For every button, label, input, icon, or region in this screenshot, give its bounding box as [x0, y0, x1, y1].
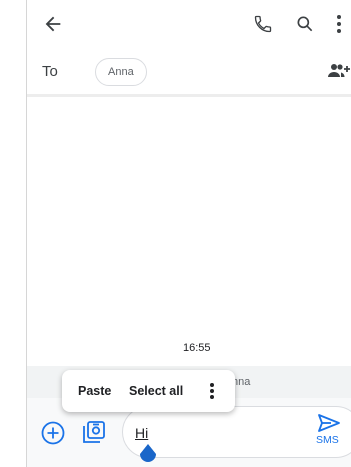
app-bar	[27, 0, 351, 48]
send-mode-label: SMS	[316, 434, 339, 446]
arrow-back-icon	[45, 16, 61, 32]
add-recipient-button[interactable]	[327, 61, 351, 81]
text-context-menu: Paste Select all	[62, 370, 235, 412]
cursor-handle-icon	[140, 444, 156, 462]
context-menu-more-button[interactable]	[206, 380, 218, 402]
select-all-menu-item[interactable]: Select all	[129, 384, 183, 398]
attach-button[interactable]	[40, 420, 66, 446]
search-button[interactable]	[291, 10, 319, 38]
phone-icon	[254, 15, 272, 33]
overflow-menu-button[interactable]	[327, 10, 351, 38]
add-person-icon	[328, 64, 350, 77]
message-text[interactable]: Hi	[135, 425, 148, 441]
call-button[interactable]	[249, 10, 277, 38]
gallery-icon	[83, 421, 105, 443]
to-label: To	[42, 63, 58, 80]
header-divider	[27, 94, 351, 97]
search-icon	[297, 16, 313, 32]
recipient-chip[interactable]: Anna	[95, 58, 147, 86]
send-button[interactable]	[316, 413, 342, 433]
more-vert-icon	[337, 15, 341, 33]
text-selection-handle[interactable]	[138, 444, 158, 464]
plus-circle-icon	[41, 421, 65, 445]
paste-menu-item[interactable]: Paste	[78, 384, 111, 398]
message-timestamp: 16:55	[183, 342, 211, 354]
recipient-row: To Anna	[27, 48, 351, 94]
more-vert-icon	[210, 383, 214, 399]
back-button[interactable]	[39, 10, 67, 38]
send-icon	[318, 414, 340, 432]
gallery-button[interactable]	[80, 418, 108, 446]
